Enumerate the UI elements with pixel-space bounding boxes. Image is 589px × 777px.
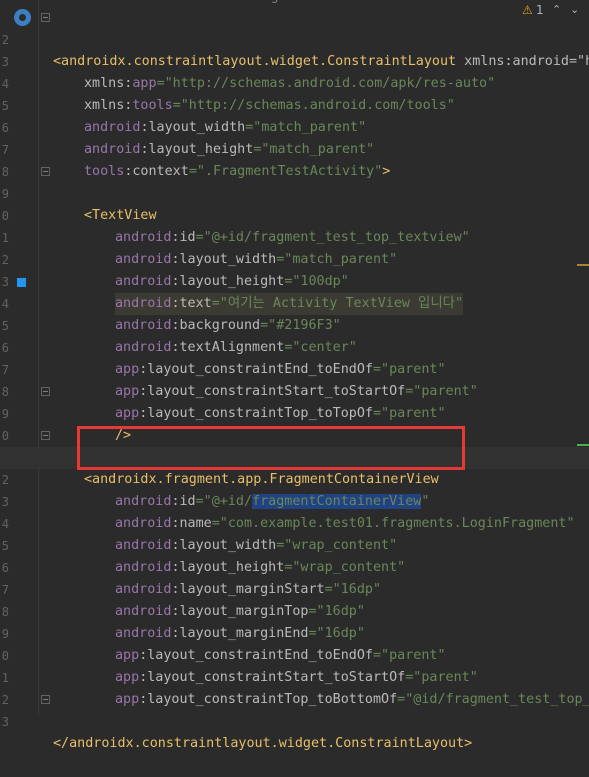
code-line[interactable]: 2 <androidx.constraintlayout.widget.Cons… — [0, 7, 589, 69]
fold-toggle-icon[interactable] — [41, 431, 50, 440]
code-line[interactable]: 3 </androidx.constraintlayout.widget.Con… — [0, 689, 589, 751]
code-line[interactable]: 5 android:layout_height="wrap_content" — [0, 513, 589, 575]
code-line[interactable]: 2 android:layout_height="100dp" — [0, 227, 589, 289]
code-line[interactable]: 1 app:layout_constraintTop_toBottomOf="@… — [0, 645, 589, 707]
code-line[interactable]: 5 android:layout_width="match_parent" — [0, 73, 589, 135]
root-tag-close: </androidx.constraintlayout.widget.Const… — [53, 736, 473, 751]
code-line[interactable]: 6 app:layout_constraintEnd_toEndOf="pare… — [0, 315, 589, 377]
code-line[interactable]: 8 android:layout_marginEnd="16dp" — [0, 579, 589, 641]
code-line[interactable]: 4 xmlns:tools="http://schemas.android.co… — [0, 51, 589, 113]
code-line[interactable]: 3 android:text="여기는 Activity TextView 입니… — [0, 249, 589, 315]
code-line[interactable]: 6 android:layout_height="match_parent" — [0, 95, 589, 157]
code-line[interactable]: 0 — [0, 403, 589, 443]
code-line[interactable]: 8 — [0, 139, 589, 179]
scrollbar-change-marker[interactable] — [577, 444, 589, 446]
fold-toggle-icon[interactable] — [41, 167, 50, 176]
code-editor[interactable]: <?xml version="1.0" encoding="utf-8"?> ⚠… — [0, 0, 589, 751]
fold-toggle-icon[interactable] — [41, 695, 50, 704]
code-line[interactable]: 9 <TextView — [0, 161, 589, 223]
code-line[interactable]: 0 app:layout_constraintStart_toStartOf="… — [0, 623, 589, 685]
code-line[interactable]: 7 android:layout_marginTop="16dp" — [0, 557, 589, 619]
code-line[interactable]: 4 android:layout_width="wrap_content" — [0, 491, 589, 553]
code-line[interactable]: 9 /> — [0, 381, 589, 443]
highlight-annotation-box — [77, 426, 465, 470]
activity-link-icon[interactable] — [14, 9, 31, 26]
color-swatch-icon[interactable] — [17, 278, 26, 287]
code-line[interactable]: 7 tools:context=".FragmentTestActivity"> — [0, 117, 589, 179]
code-line[interactable]: 3 xmlns:app="http://schemas.android.com/… — [0, 29, 589, 91]
code-line[interactable]: 1 android:layout_width="match_parent" — [0, 205, 589, 267]
fold-toggle-icon[interactable] — [41, 387, 50, 396]
code-line[interactable]: 2 — [0, 667, 589, 707]
code-line[interactable]: 5 android:textAlignment="center" — [0, 293, 589, 355]
code-line[interactable]: 3 android:name="com.example.test01.fragm… — [0, 469, 589, 531]
line-number: 3 — [1, 715, 9, 729]
fold-toggle-icon[interactable] — [41, 13, 50, 22]
code-line[interactable]: 6 android:layout_marginStart="16dp" — [0, 535, 589, 597]
scrollbar-warning-marker[interactable] — [577, 264, 589, 266]
code-line[interactable]: 7 app:layout_constraintStart_toStartOf="… — [0, 337, 589, 399]
code-line[interactable]: 8 app:layout_constraintTop_toTopOf="pare… — [0, 359, 589, 421]
code-line[interactable]: 0 android:id="@+id/fragment_test_top_tex… — [0, 183, 589, 245]
code-line[interactable]: 4 android:background="#2196F3" — [0, 271, 589, 333]
code-line[interactable]: 9 app:layout_constraintEnd_toEndOf="pare… — [0, 601, 589, 663]
